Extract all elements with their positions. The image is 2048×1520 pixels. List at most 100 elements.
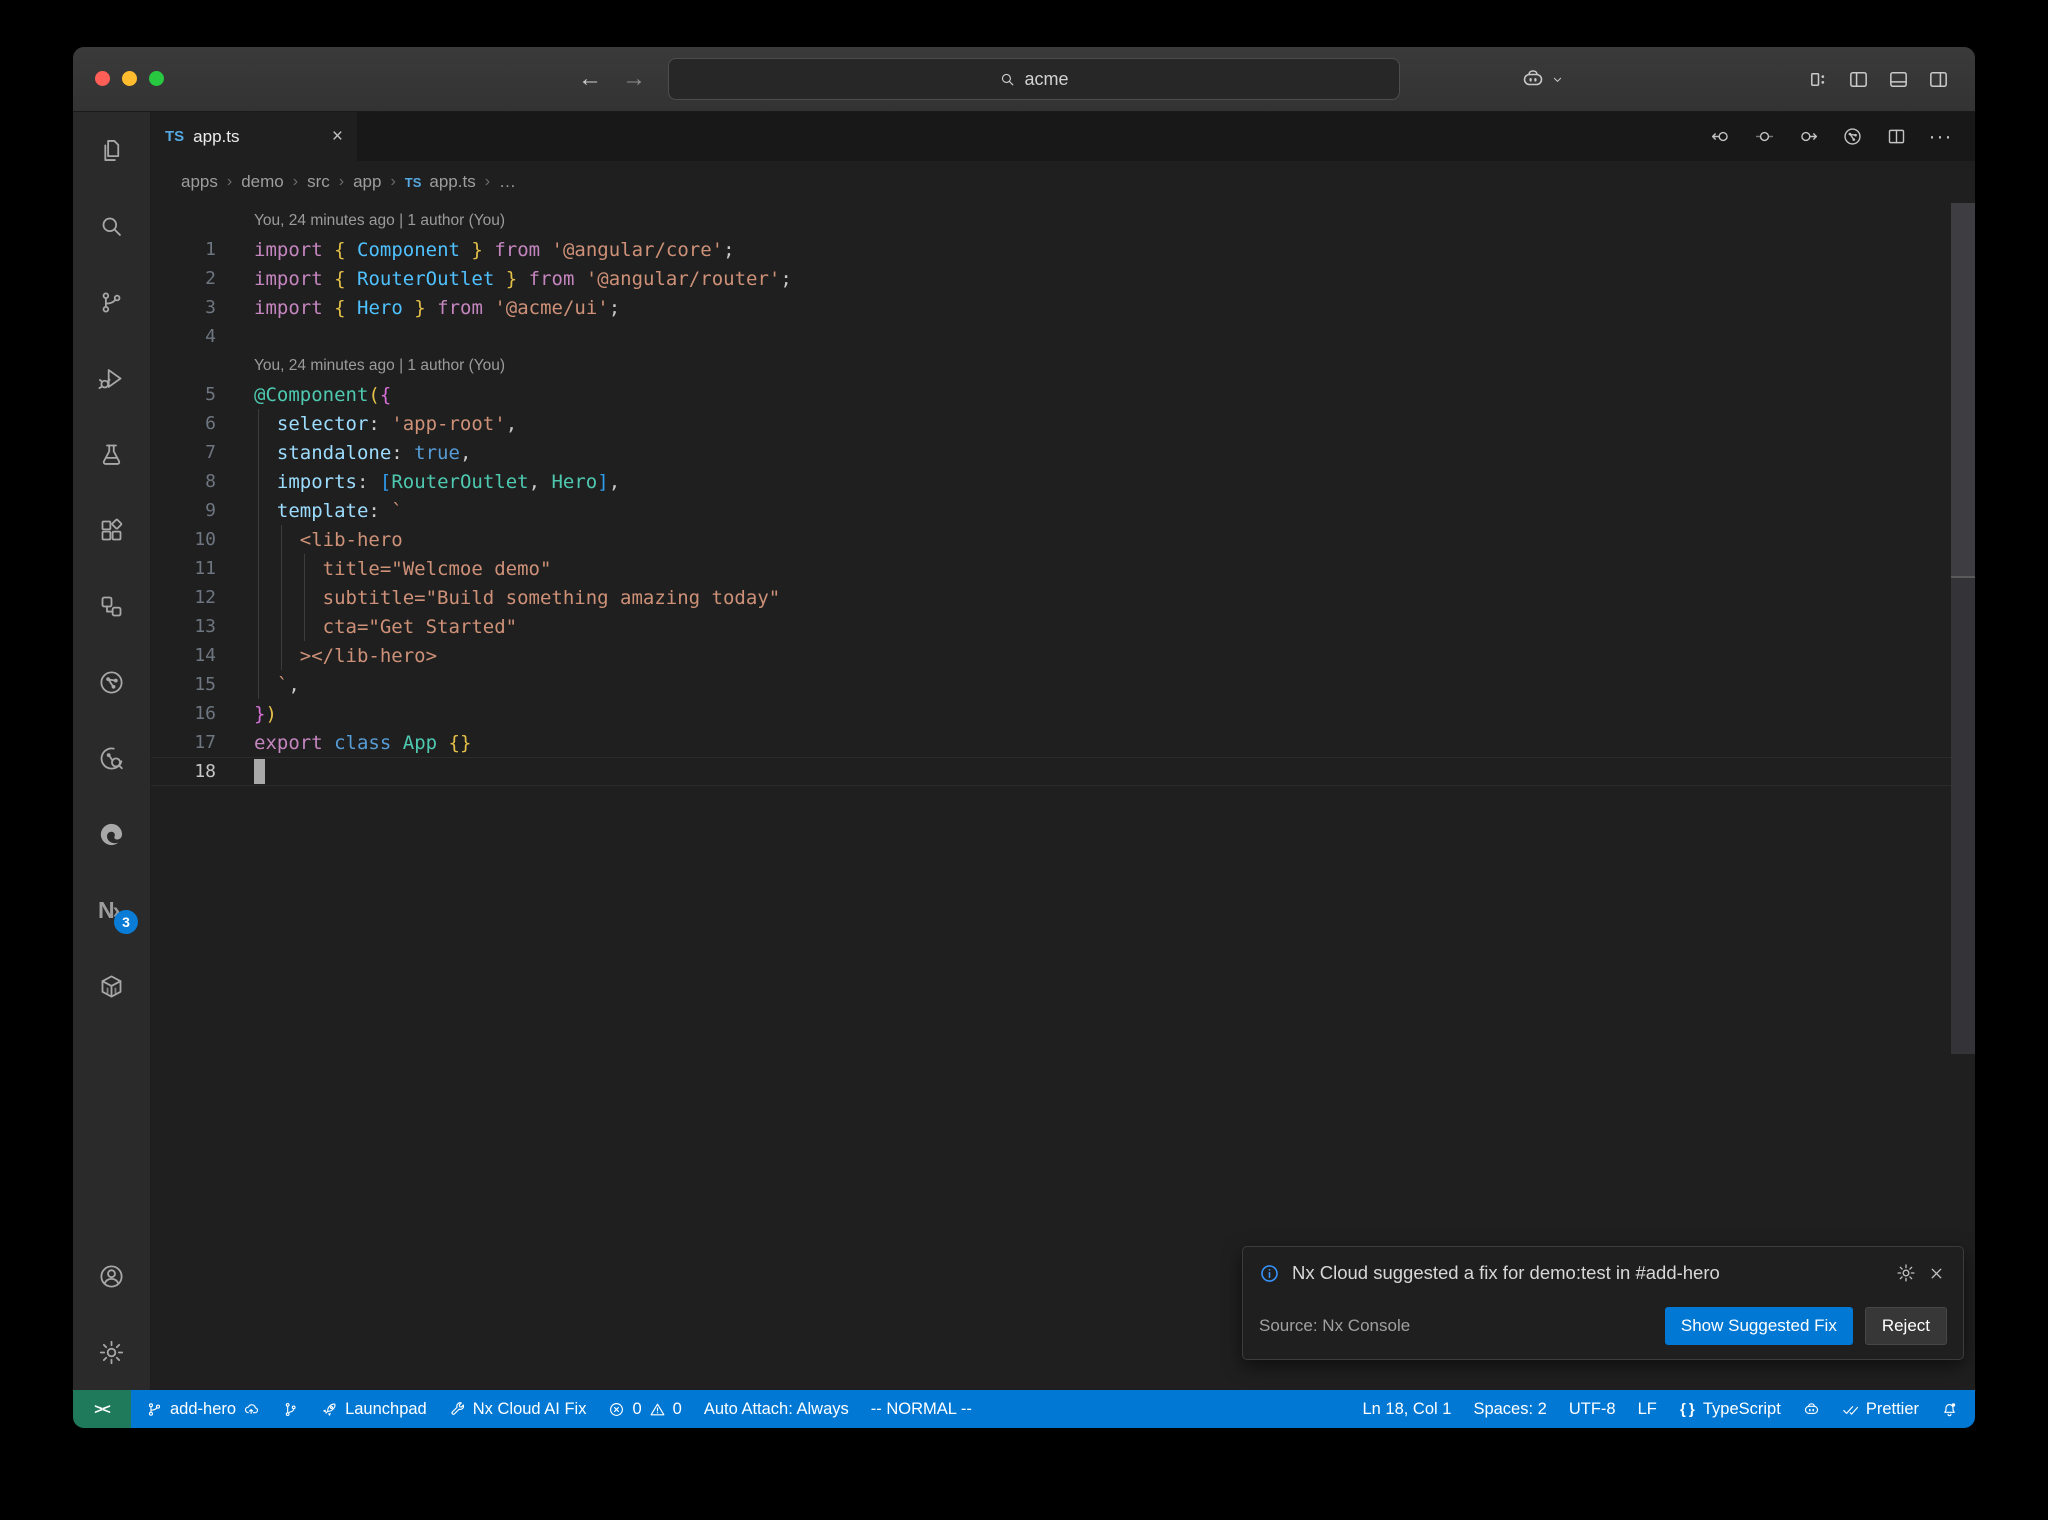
notification-toast: Nx Cloud suggested a fix for demo:test i… [1242,1246,1964,1360]
more-actions-button[interactable]: ··· [1929,125,1952,148]
breadcrumb-item-[interactable]: … [499,172,516,192]
activity-search[interactable] [73,188,150,264]
history-back-button[interactable]: ← [578,65,602,93]
tab-app-ts[interactable]: TS app.ts × [151,112,357,161]
status-label: Auto Attach: Always [703,1399,849,1418]
line-number: 16 [194,703,216,724]
activity-testing[interactable] [73,416,150,492]
breadcrumb-item-src[interactable]: src [307,172,330,192]
close-window-button[interactable] [95,71,110,86]
status-label: UTF-8 [1568,1399,1616,1418]
rocket-icon [321,1401,338,1418]
line-number: 4 [205,326,216,347]
code-line-3: 3 import { Hero } from '@acme/ui'; [151,293,1975,322]
line-number: 5 [205,384,216,405]
indentation-status[interactable]: Spaces: 2 [1462,1390,1557,1428]
zoom-window-button[interactable] [149,71,164,86]
minimize-window-button[interactable] [122,71,137,86]
activity-source-control[interactable] [73,264,150,340]
breadcrumb-item-appts[interactable]: TS app.ts [405,172,476,192]
launchpad-status[interactable]: Launchpad [310,1390,438,1428]
code-line-9: 9 template: ` [151,496,1975,525]
activity-nx-graph-search[interactable] [73,720,150,796]
vim-mode-status[interactable]: -- NORMAL -- [860,1390,983,1428]
activity-edge-tools[interactable] [73,796,150,872]
code-text: import { RouterOutlet } from '@angular/r… [254,267,792,290]
reject-button[interactable]: Reject [1864,1307,1947,1345]
accounts-button[interactable] [73,1238,150,1314]
copilot-menu-button[interactable] [1521,47,1565,111]
scrollbar-thumb[interactable] [1951,203,1975,576]
toggle-panel-button[interactable] [1887,68,1910,91]
close-tab-icon[interactable]: × [332,126,343,148]
activity-nx-graph[interactable] [73,644,150,720]
code-line-15: 15 `, [151,670,1975,699]
copilot-icon [1521,67,1545,91]
linked-squares-icon [98,593,125,620]
notifications-bell[interactable] [1930,1390,1969,1428]
line-number: 1 [205,239,216,260]
eol-status[interactable]: LF [1627,1390,1668,1428]
notification-source: Source: Nx Console [1259,1316,1411,1335]
activity-explorer[interactable] [73,112,150,188]
settings-button[interactable] [73,1314,150,1390]
activity-run-debug[interactable] [73,340,150,416]
activity-extensions[interactable] [73,492,150,568]
wrench-icon [449,1401,466,1418]
code-editor[interactable]: You, 24 minutes ago | 1 author (You) 1 imp… [151,203,1975,1390]
breadcrumb-separator: › [292,173,299,190]
info-icon [1259,1263,1280,1284]
activity-containers[interactable] [73,948,150,1024]
search-icon [999,71,1016,88]
line-number: 11 [194,558,216,579]
status-bar: >< add-hero Launchpad Nx Cloud AI Fix 0 0 Aut… [73,1390,1975,1428]
info-icon [1259,1263,1280,1284]
cursor-position-status[interactable]: Ln 18, Col 1 [1351,1390,1462,1428]
split-editor-button[interactable] [1886,126,1907,147]
breadcrumb-item-app[interactable]: app [353,172,381,192]
history-forward-button[interactable]: → [622,65,646,93]
show-suggested-fix-button[interactable]: Show Suggested Fix [1664,1307,1853,1345]
explorer-icon [98,137,125,164]
language-mode-status[interactable]: { } TypeScript [1668,1390,1792,1428]
breadcrumb-separator: › [484,173,491,190]
commit-graph-status[interactable] [271,1390,310,1428]
line-number: 18 [194,761,216,782]
activity-nx-console[interactable]: N› 3 [73,872,150,948]
indent-guide [258,409,259,699]
next-change-button[interactable] [1798,126,1819,147]
blame-annotation[interactable]: You, 24 minutes ago | 1 author (You) [254,212,505,230]
graph-circle-icon [98,669,125,696]
breadcrumb-item-apps[interactable]: apps [181,172,218,192]
branch-publish-status[interactable]: add-hero [135,1390,271,1428]
toggle-primary-sidebar-button[interactable] [1847,68,1870,91]
activity-remote-explorer[interactable] [73,568,150,644]
auto-attach-status[interactable]: Auto Attach: Always [693,1390,860,1428]
problems-status[interactable]: 00 [597,1390,692,1428]
notification-gear-icon[interactable] [1896,1263,1916,1283]
previous-change-button[interactable] [1710,126,1731,147]
blame-annotation[interactable]: You, 24 minutes ago | 1 author (You) [254,357,505,375]
search-value: acme [1024,68,1069,89]
notification-close-icon[interactable] [1928,1265,1945,1282]
status-label: Launchpad [345,1399,427,1418]
nx-cloud-fix-status[interactable]: Nx Cloud AI Fix [438,1390,598,1428]
command-center-search[interactable]: acme [668,58,1400,100]
codelens-blame-row: You, 24 minutes ago | 1 author (You) [151,351,1975,380]
code-text: title="Welcmoe demo" [254,557,552,580]
timeline-marker-button[interactable] [1754,126,1775,147]
line-number: 14 [194,645,216,666]
status-label: TypeScript [1702,1399,1781,1418]
code-line-8: 8 imports: [RouterOutlet, Hero], [151,467,1975,496]
copilot-status[interactable] [1792,1390,1831,1428]
toggle-secondary-sidebar-button[interactable] [1927,68,1950,91]
customize-layout-button[interactable] [1807,68,1830,91]
remote-indicator[interactable]: >< [73,1390,131,1428]
line-number: 13 [194,616,216,637]
code-line-10: 10 <lib-hero [151,525,1975,554]
prettier-status[interactable]: Prettier [1831,1390,1930,1428]
run-graph-button[interactable] [1842,126,1863,147]
cloud-upload-icon [243,1401,260,1418]
breadcrumb-item-demo[interactable]: demo [241,172,284,192]
encoding-status[interactable]: UTF-8 [1558,1390,1627,1428]
